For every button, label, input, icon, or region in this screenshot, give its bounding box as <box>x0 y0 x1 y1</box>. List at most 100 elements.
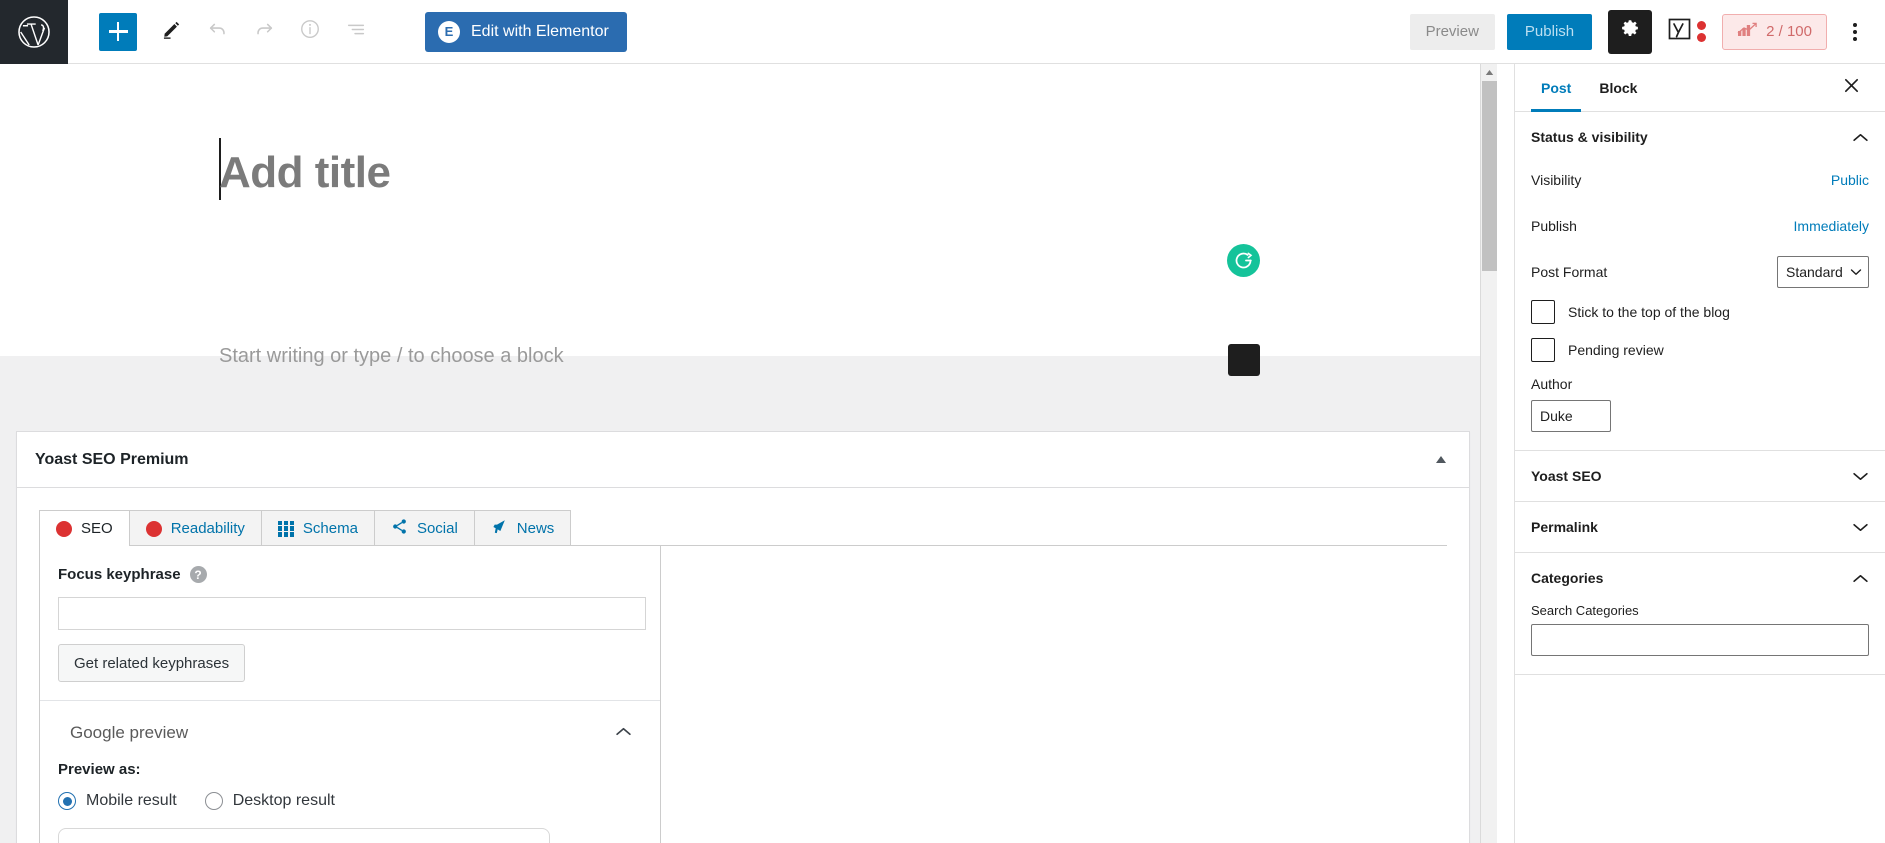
chevron-up-icon[interactable] <box>1852 132 1869 143</box>
radio-label: Mobile result <box>86 792 177 809</box>
focus-keyphrase-section: Focus keyphrase ? Get related keyphrases <box>40 546 660 701</box>
focus-keyphrase-label-row: Focus keyphrase ? <box>58 566 642 583</box>
redo-button[interactable] <box>241 9 287 55</box>
chevron-up-icon[interactable] <box>615 724 632 742</box>
seo-score-value: 2 / 100 <box>1766 23 1812 40</box>
publish-date-button[interactable]: Immediately <box>1794 218 1869 234</box>
sidebar-tablist: Post Block <box>1515 64 1885 112</box>
preview-button[interactable]: Preview <box>1409 13 1495 50</box>
megaphone-icon <box>491 518 508 539</box>
preview-as-radio-group: Mobile result Desktop result <box>58 792 642 810</box>
tab-block[interactable]: Block <box>1589 64 1647 112</box>
tab-post[interactable]: Post <box>1531 64 1582 112</box>
list-view-icon <box>345 18 367 45</box>
post-settings-sidebar: Post Block Status & visibility Visibilit… <box>1514 64 1885 843</box>
chevron-down-icon[interactable] <box>1852 522 1869 533</box>
search-categories-input[interactable] <box>1531 624 1869 656</box>
author-label: Author <box>1531 376 1573 392</box>
author-select[interactable]: Duke <box>1531 400 1611 432</box>
yoast-tablist: SEO Readability Schema Social News <box>39 510 1447 547</box>
close-sidebar-button[interactable] <box>1833 70 1869 106</box>
panel-status-visibility: Status & visibility Visibility Public Pu… <box>1515 112 1885 451</box>
yoast-tab-label: Readability <box>170 520 245 537</box>
yoast-notification-dots <box>1697 21 1707 42</box>
radio-desktop-result[interactable]: Desktop result <box>204 792 335 810</box>
focus-keyphrase-input[interactable] <box>58 597 646 630</box>
post-title-input[interactable]: Add title <box>219 148 391 198</box>
yoast-metabox-title: Yoast SEO Premium <box>35 450 189 468</box>
visibility-value-button[interactable]: Public <box>1831 172 1869 188</box>
plus-icon <box>1235 351 1254 370</box>
visibility-label: Visibility <box>1531 172 1582 188</box>
chevron-down-icon[interactable] <box>1852 471 1869 482</box>
seo-bars-icon <box>1737 22 1757 42</box>
yoast-tab-label: SEO <box>81 520 113 537</box>
yoast-tab-seo[interactable]: SEO <box>39 510 130 547</box>
seo-score-badge[interactable]: 2 / 100 <box>1722 13 1827 50</box>
radio-selected-icon <box>58 792 76 810</box>
checkbox-label: Stick to the top of the blog <box>1568 304 1730 320</box>
edit-with-elementor-button[interactable]: E Edit with Elementor <box>425 11 627 52</box>
wordpress-logo-button[interactable] <box>0 0 68 64</box>
panel-categories: Categories Search Categories <box>1515 553 1885 675</box>
red-bullet-icon <box>56 520 72 537</box>
radio-label: Desktop result <box>232 792 335 809</box>
google-preview-title: Google preview <box>70 723 189 742</box>
publish-button[interactable]: Publish <box>1506 13 1593 50</box>
panel-title: Yoast SEO <box>1531 468 1602 484</box>
wordpress-logo-icon <box>17 15 51 49</box>
panel-yoast-seo: Yoast SEO <box>1515 451 1885 502</box>
panel-title: Permalink <box>1531 519 1598 535</box>
post-format-select[interactable]: Standard <box>1777 256 1869 288</box>
panel-header-status-visibility[interactable]: Status & visibility <box>1515 112 1885 162</box>
schema-grid-icon <box>277 520 294 537</box>
settings-button[interactable] <box>1608 9 1653 54</box>
yoast-logo-icon <box>1666 15 1694 48</box>
grammarly-icon[interactable] <box>1227 244 1260 277</box>
post-format-label: Post Format <box>1531 264 1608 280</box>
editor-vertical-scrollbar[interactable] <box>1480 64 1497 843</box>
checkbox-box <box>1531 300 1555 324</box>
redo-icon <box>253 18 275 45</box>
yoast-tab-social[interactable]: Social <box>373 510 475 546</box>
document-info-button[interactable] <box>287 9 333 55</box>
yoast-tab-readability[interactable]: Readability <box>128 510 262 546</box>
chevron-down-icon <box>1850 268 1862 276</box>
post-format-value: Standard <box>1786 264 1843 280</box>
panel-header-yoast-seo[interactable]: Yoast SEO <box>1515 451 1885 501</box>
help-icon[interactable]: ? <box>189 566 207 583</box>
more-options-button[interactable] <box>1837 10 1873 54</box>
publish-label: Publish <box>1531 218 1577 234</box>
panel-body-status-visibility: Visibility Public Publish Immediately Po… <box>1515 162 1885 450</box>
yoast-tab-schema[interactable]: Schema <box>260 510 375 546</box>
tab-label: Block <box>1599 79 1638 96</box>
yoast-metabox-header[interactable]: Yoast SEO Premium <box>17 432 1469 488</box>
google-preview-header[interactable]: Google preview <box>58 719 642 761</box>
paragraph-block-placeholder[interactable]: Start writing or type / to choose a bloc… <box>219 345 564 368</box>
panel-header-categories[interactable]: Categories <box>1515 553 1885 603</box>
undo-icon <box>207 18 229 45</box>
toolbar-right-group: Preview Publish 2 / 100 <box>1409 9 1885 54</box>
inline-block-inserter-button[interactable] <box>1228 344 1260 376</box>
get-related-keyphrases-button[interactable]: Get related keyphrases <box>58 644 246 682</box>
preview-as-label: Preview as: <box>58 761 141 778</box>
radio-mobile-result[interactable]: Mobile result <box>58 792 177 810</box>
list-view-button[interactable] <box>333 9 379 55</box>
add-block-button[interactable] <box>99 12 137 51</box>
yoast-tab-news[interactable]: News <box>473 510 572 546</box>
edit-mode-button[interactable] <box>149 9 195 55</box>
scrollbar-thumb[interactable] <box>1482 81 1497 271</box>
checkbox-box <box>1531 338 1555 362</box>
panel-header-permalink[interactable]: Permalink <box>1515 502 1885 552</box>
checkbox-pending-review[interactable]: Pending review <box>1531 338 1869 362</box>
yoast-sidebar-button[interactable] <box>1666 15 1707 48</box>
chevron-up-icon[interactable] <box>1852 573 1869 584</box>
yoast-metabox-body: SEO Readability Schema Social News Focus… <box>17 488 1469 843</box>
checkbox-sticky-post[interactable]: Stick to the top of the blog <box>1531 300 1869 324</box>
edit-with-elementor-label: Edit with Elementor <box>471 22 609 40</box>
scroll-up-arrow-icon[interactable] <box>1481 64 1497 81</box>
plus-icon <box>108 22 128 41</box>
triangle-up-icon[interactable] <box>1431 450 1451 470</box>
focus-keyphrase-label: Focus keyphrase <box>58 566 181 583</box>
undo-button[interactable] <box>195 9 241 55</box>
